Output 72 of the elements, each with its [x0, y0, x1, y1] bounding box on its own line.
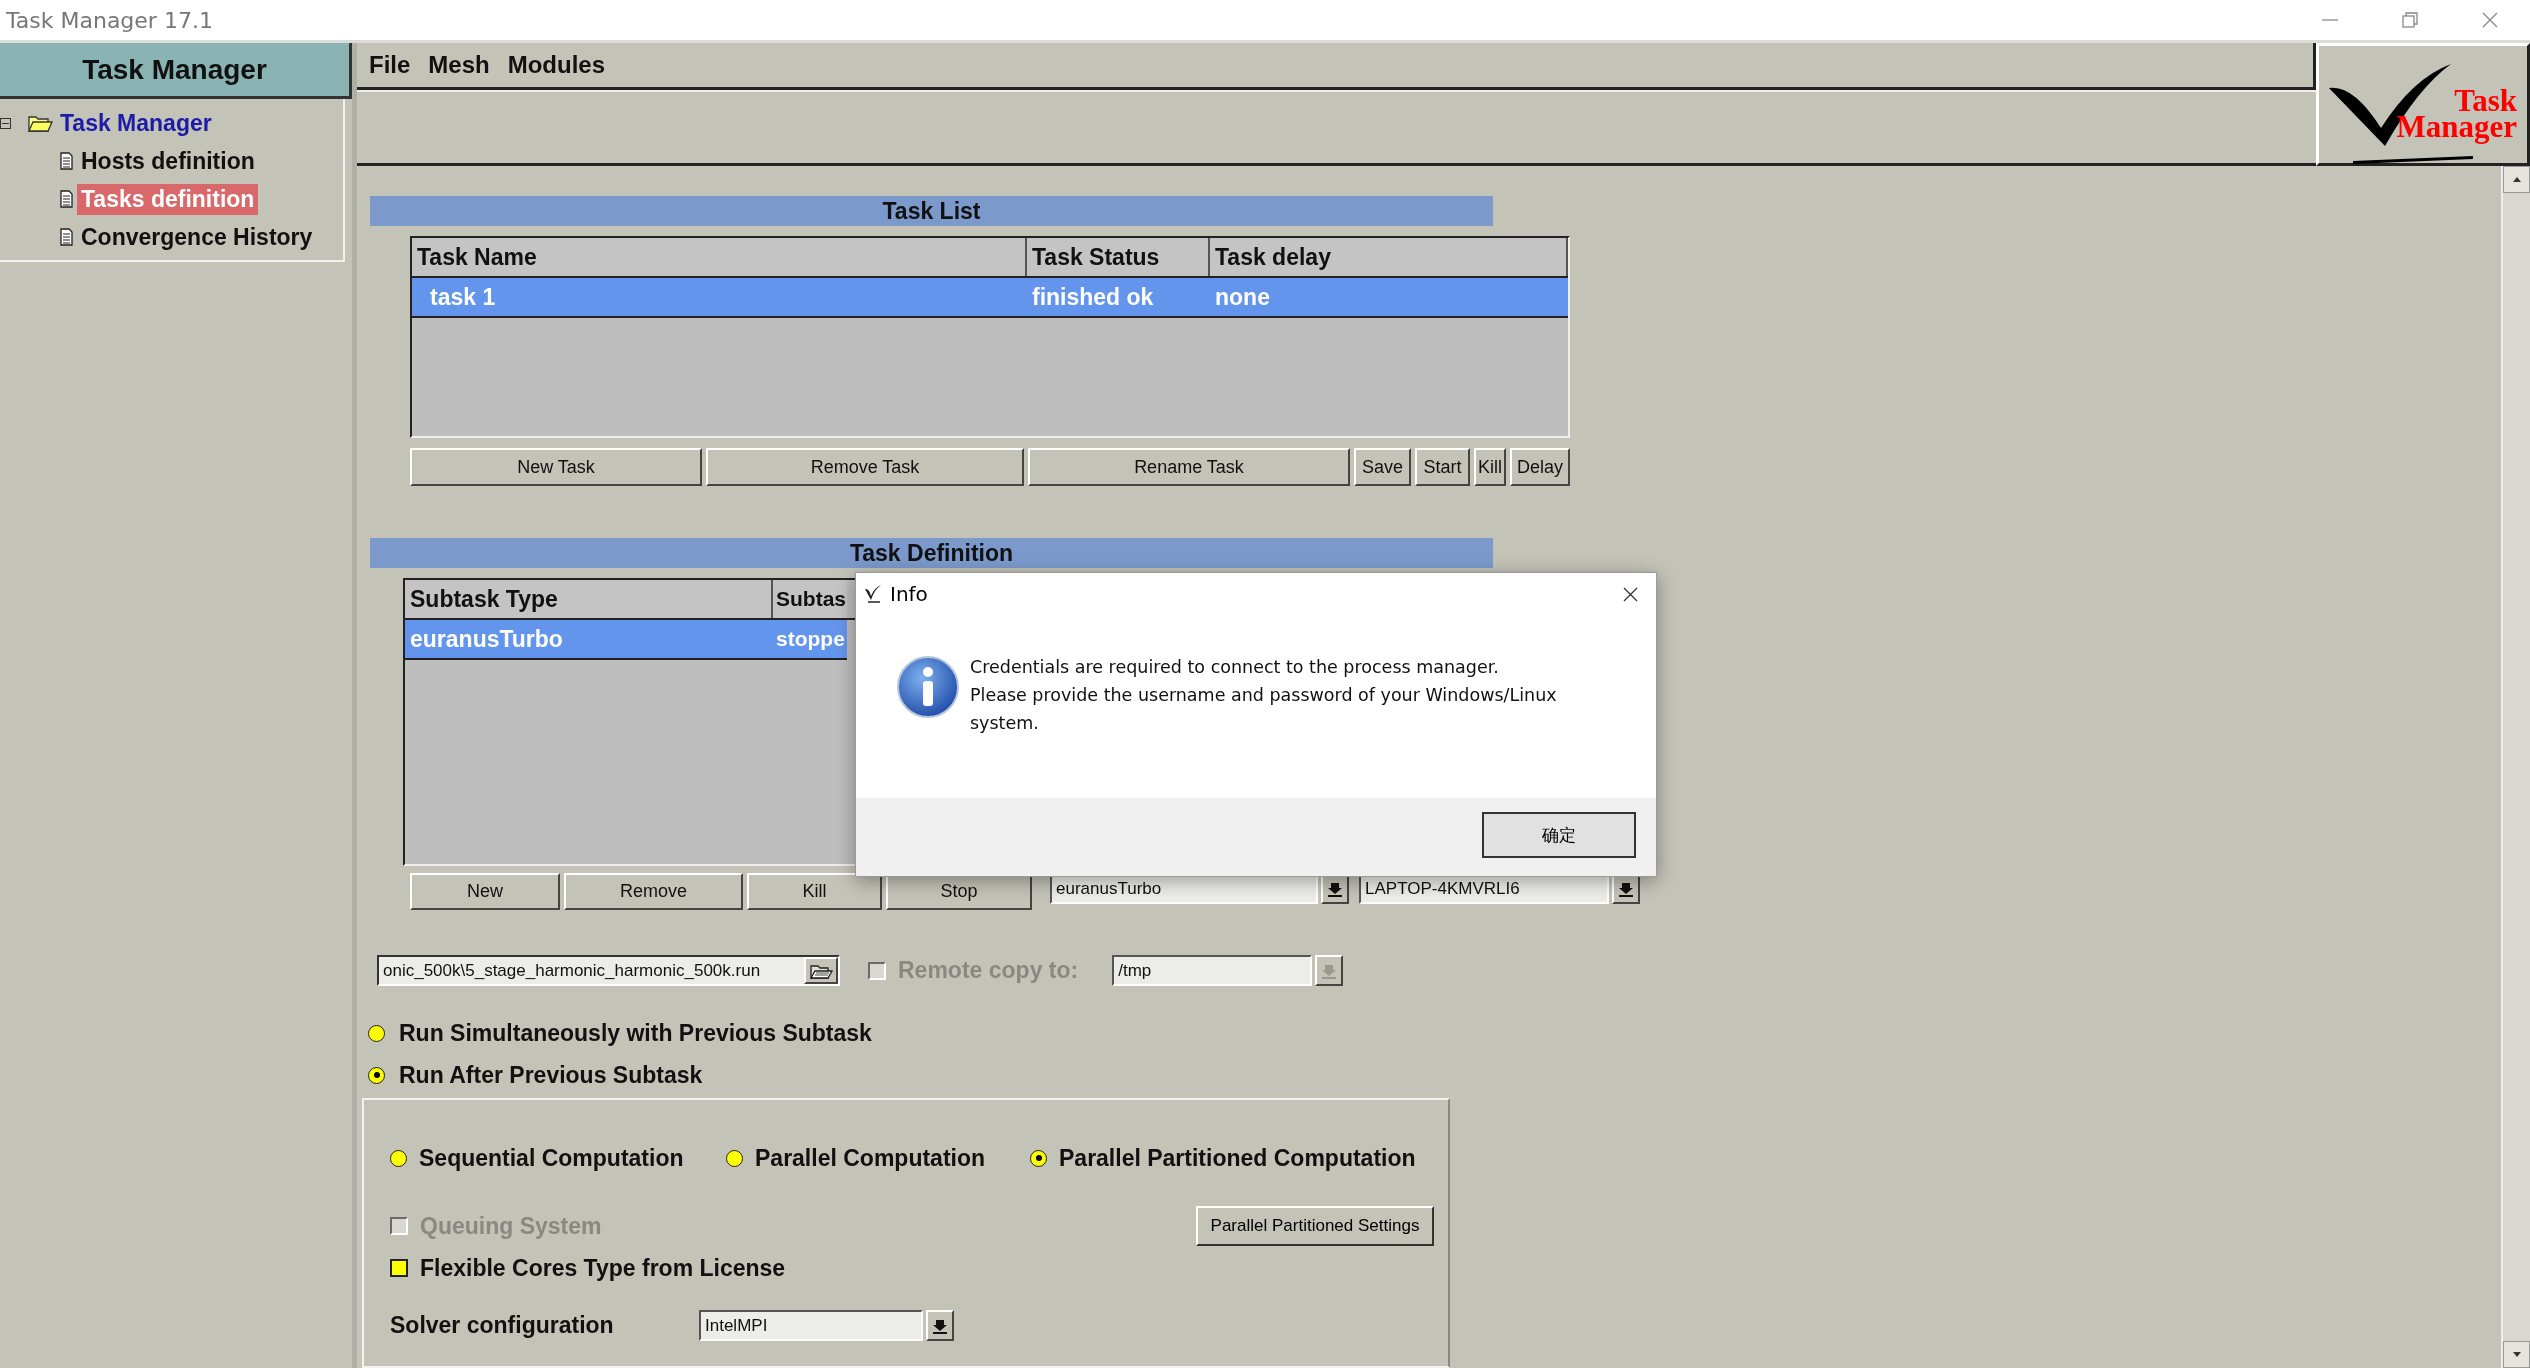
- toolbar-button[interactable]: New: [410, 873, 560, 910]
- field-label: Solver configuration: [390, 1312, 615, 1339]
- toolbar-button[interactable]: Start: [1415, 448, 1470, 486]
- menu-item[interactable]: File: [369, 51, 411, 79]
- section-header: Task Definition: [370, 538, 1493, 568]
- toolbar-button[interactable]: Kill: [747, 873, 882, 910]
- radio-label: Parallel Partitioned Computation: [1059, 1144, 1416, 1172]
- radio-button[interactable]: [390, 1149, 407, 1167]
- down-arrow-icon: [1322, 962, 1337, 979]
- dialog-message: Credentials are required to connect to the process manager. Please provide the username and password of your Windows/Linux system.: [970, 656, 1557, 735]
- table-cell-text: none: [1214, 282, 1271, 312]
- scrollbar[interactable]: [2501, 166, 2530, 1368]
- checkbox-label: Remote copy to:: [898, 957, 1079, 984]
- column-header[interactable]: Task delay: [1210, 238, 1568, 276]
- logo-text: Task: [2454, 88, 2517, 114]
- tree-item[interactable]: Task Manager: [57, 109, 215, 137]
- combo-field[interactable]: IntelMPI: [699, 1310, 923, 1341]
- toolbar-button[interactable]: Kill: [1474, 448, 1506, 486]
- radio-button[interactable]: [368, 1024, 385, 1042]
- checkmark-icon: [864, 584, 882, 604]
- radio-label: Run After Previous Subtask: [399, 1061, 703, 1089]
- collapse-toggle[interactable]: [0, 117, 11, 129]
- restore-icon: [2402, 12, 2418, 28]
- panel-title: Task Manager: [0, 43, 352, 99]
- down-arrow-icon: [1619, 880, 1633, 897]
- checkbox-label: Queuing System: [420, 1212, 602, 1240]
- menu-item[interactable]: Modules: [507, 51, 606, 79]
- toolbar-button[interactable]: Remove Task: [706, 448, 1024, 486]
- up-arrow-icon: [2512, 176, 2521, 183]
- checkbox-label: Flexible Cores Type from License: [420, 1254, 786, 1282]
- tree-item[interactable]: Convergence History: [77, 221, 317, 253]
- tree-item[interactable]: Hosts definition: [77, 145, 259, 177]
- close-icon: [2482, 12, 2498, 28]
- radio-label: Sequential Computation: [419, 1144, 684, 1172]
- checkbox[interactable]: [390, 1259, 408, 1277]
- column-header[interactable]: Task Name: [412, 238, 1027, 276]
- toolbar-button[interactable]: Delay: [1510, 448, 1570, 486]
- column-header[interactable]: Subtask Type: [405, 580, 773, 618]
- table-cell-text: stoppe: [775, 626, 846, 652]
- toolbar-button[interactable]: Rename Task: [1028, 448, 1350, 486]
- radio-label: Run Simultaneously with Previous Subtask: [399, 1019, 872, 1047]
- radio-button[interactable]: [368, 1066, 385, 1084]
- minus-box-icon: [0, 117, 11, 129]
- toolbar-button[interactable]: New Task: [410, 448, 702, 486]
- close-icon: [1623, 586, 1638, 602]
- down-arrow-icon: [2512, 1351, 2521, 1358]
- toolbar-button[interactable]: Save: [1354, 448, 1411, 486]
- document-icon: [60, 190, 73, 208]
- dropdown-button[interactable]: [926, 1310, 954, 1341]
- down-arrow-icon: [1328, 880, 1342, 897]
- dropdown-button[interactable]: [1315, 955, 1344, 986]
- document-icon: [60, 228, 73, 246]
- radio-button[interactable]: [1030, 1149, 1047, 1167]
- browse-button[interactable]: [804, 957, 838, 984]
- info-icon: [896, 655, 960, 719]
- section-header: Task List: [370, 196, 1493, 226]
- dialog-title: Info: [890, 582, 928, 606]
- ok-button[interactable]: 确定: [1482, 812, 1636, 858]
- column-header[interactable]: Task Status: [1027, 238, 1210, 276]
- folder-icon: [28, 113, 53, 133]
- column-header[interactable]: Subtas: [773, 580, 847, 618]
- table-cell-text: euranusTurbo: [409, 624, 564, 654]
- settings-button[interactable]: Parallel Partitioned Settings: [1196, 1206, 1434, 1246]
- toolbar-button[interactable]: Remove: [564, 873, 743, 910]
- table-cell-text: finished ok: [1031, 282, 1155, 312]
- document-icon: [60, 152, 73, 170]
- radio-label: Parallel Computation: [755, 1144, 986, 1172]
- table-cell-text: task 1: [429, 282, 497, 312]
- radio-button[interactable]: [726, 1149, 743, 1167]
- menu-item[interactable]: Mesh: [428, 51, 490, 79]
- window-title: Task Manager 17.1: [5, 7, 213, 33]
- down-arrow-icon: [933, 1317, 947, 1334]
